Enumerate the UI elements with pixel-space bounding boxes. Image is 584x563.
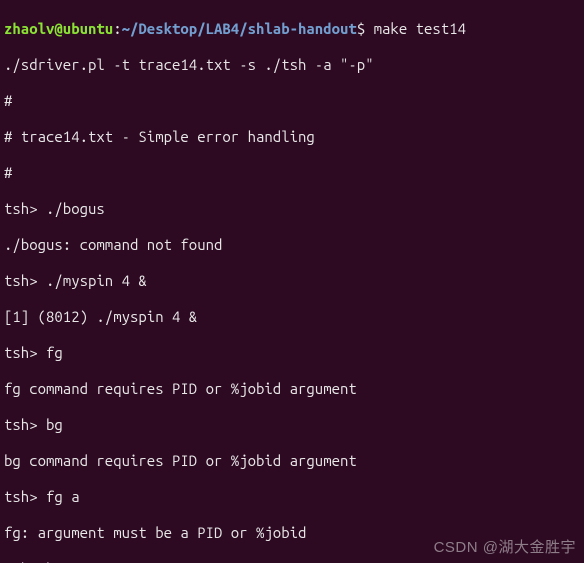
- prompt-sep2: $: [357, 20, 374, 37]
- prompt-sep1: :: [113, 20, 121, 37]
- output-line: tsh> fg a: [4, 488, 580, 506]
- prompt-line: zhaolv@ubuntu:~/Desktop/LAB4/shlab-hando…: [4, 20, 580, 38]
- output-line: ./bogus: command not found: [4, 236, 580, 254]
- prompt-user: zhaolv@ubuntu: [4, 20, 113, 37]
- output-line: #: [4, 92, 580, 110]
- output-line: [1] (8012) ./myspin 4 &: [4, 308, 580, 326]
- output-line: tsh> ./myspin 4 &: [4, 272, 580, 290]
- output-line: ./sdriver.pl -t trace14.txt -s ./tsh -a …: [4, 56, 580, 74]
- typed-command: make test14: [374, 20, 466, 37]
- prompt-path: ~/Desktop/LAB4/shlab-handout: [122, 20, 357, 37]
- output-line: tsh> fg: [4, 344, 580, 362]
- output-line: #: [4, 164, 580, 182]
- output-line: bg command requires PID or %jobid argume…: [4, 452, 580, 470]
- output-line: fg command requires PID or %jobid argume…: [4, 380, 580, 398]
- terminal-output[interactable]: zhaolv@ubuntu:~/Desktop/LAB4/shlab-hando…: [0, 0, 584, 563]
- output-line: tsh> bg: [4, 416, 580, 434]
- output-line: # trace14.txt - Simple error handling: [4, 128, 580, 146]
- output-line: tsh> ./bogus: [4, 200, 580, 218]
- output-line: fg: argument must be a PID or %jobid: [4, 524, 580, 542]
